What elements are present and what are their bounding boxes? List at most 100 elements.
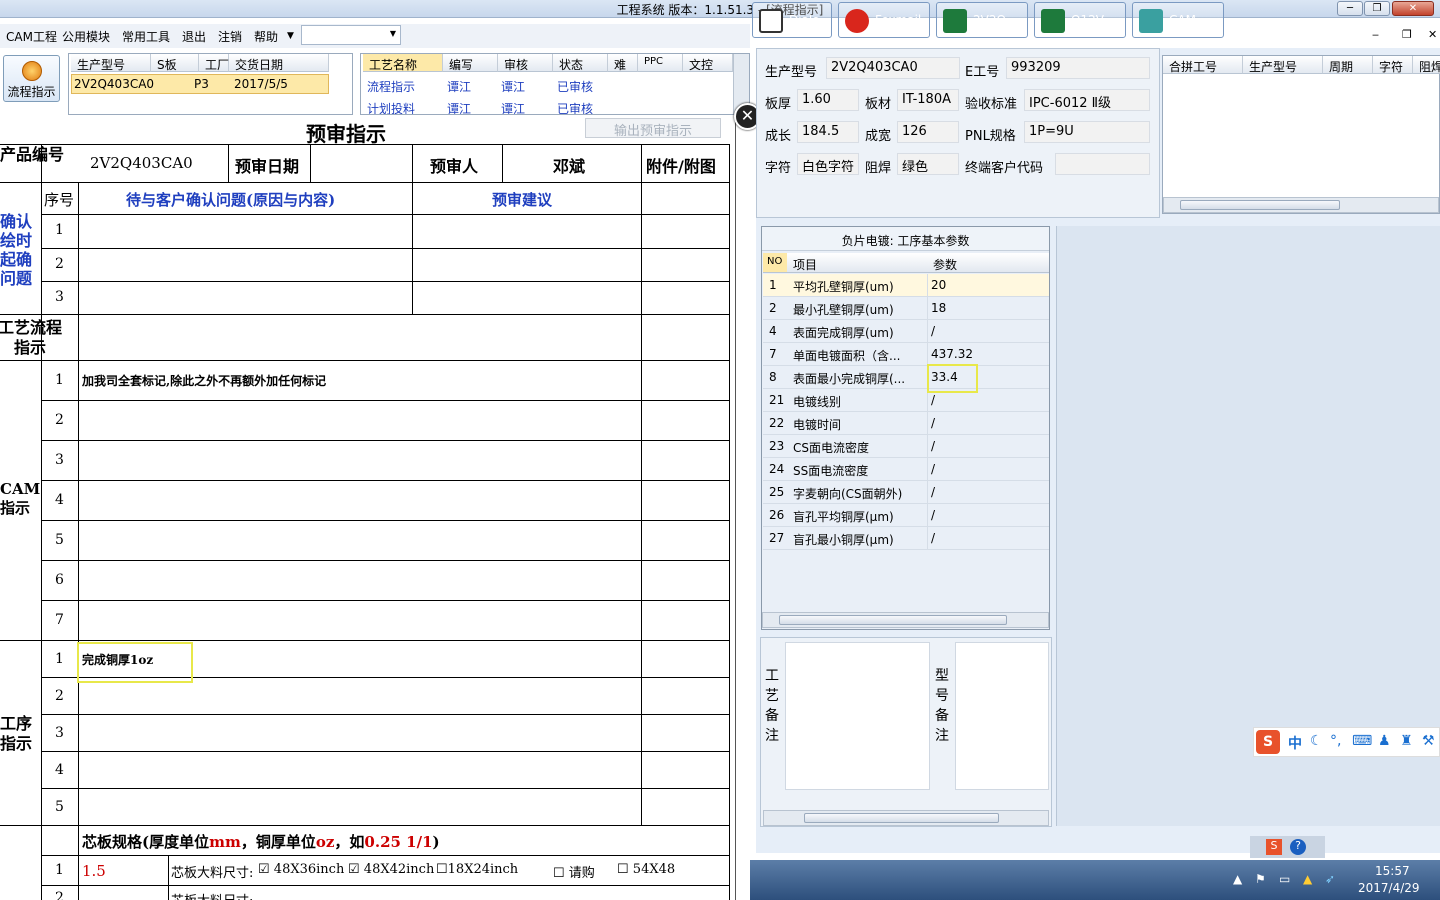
mask-field[interactable]: 绿色 [897, 153, 959, 175]
e-no-field[interactable]: 993209 [1006, 57, 1150, 79]
col-param[interactable]: 参数 [933, 256, 957, 273]
punct-icon[interactable]: °, [1330, 733, 1341, 749]
col-delivery[interactable]: 交货日期 [229, 54, 329, 72]
task-cam[interactable]: CAM_... [1132, 2, 1224, 38]
menu-exit[interactable]: 退出 [182, 28, 206, 45]
model-note-field[interactable] [955, 642, 1049, 790]
col-no[interactable]: NO [763, 253, 787, 272]
task-excel-2[interactable]: Q12V... [1034, 2, 1126, 38]
pnl-field[interactable]: 1P=9U [1024, 121, 1150, 143]
system-tray: ▲ ⚑ ▭ ▲ ➶ 15:57 2017/4/29 [1227, 860, 1440, 900]
col-sboard[interactable]: S板 [151, 54, 199, 72]
export-review-button[interactable]: 输出预审指示 [585, 118, 721, 139]
app-tray-icon[interactable]: ▲ [1303, 872, 1312, 886]
table-row[interactable]: 1 平均孔壁铜厚(um) 20 [763, 274, 1049, 297]
ime-toolbar[interactable]: S 中 ☾ °, ⌨ ♟ ♜ ⚒ [1253, 727, 1440, 757]
table-row[interactable]: 8 表面最小完成铜厚(... 33.4 [763, 366, 1049, 389]
table-row[interactable]: 4 表面完成铜厚(um) / [763, 320, 1049, 343]
col-status[interactable]: 状态 [553, 54, 608, 72]
material-field[interactable]: IT-180A [897, 89, 959, 111]
col-process-name[interactable]: 工艺名称 [363, 54, 443, 72]
col-model[interactable]: 生产型号 [71, 54, 151, 72]
width-field[interactable]: 126 [897, 121, 959, 143]
char-field[interactable]: 白色字符 [797, 153, 859, 175]
col-item[interactable]: 项目 [793, 256, 817, 273]
close-window-button[interactable]: ✕ [1392, 1, 1434, 16]
network-icon[interactable]: ▭ [1279, 872, 1290, 886]
col-difficulty[interactable]: 难 [608, 54, 638, 72]
col-ppc[interactable]: PPC [638, 54, 683, 72]
shirt-icon[interactable]: ♜ [1400, 733, 1413, 749]
table-row[interactable]: 计划投料 谭江 谭江 已审核 [363, 98, 733, 114]
table-row[interactable]: 7 单面电镀面积（含... 437.32 [763, 343, 1049, 366]
table-row[interactable]: 21 电镀线别 / [763, 389, 1049, 412]
core-spec-text: 芯板规格(厚度单位 [82, 833, 210, 851]
notes-scrollbar[interactable] [763, 810, 1049, 826]
size-option-18x24[interactable]: ☐18X24inch [436, 862, 518, 877]
table-row[interactable]: 26 盲孔平均铜厚(μm) / [763, 504, 1049, 527]
col-merge-model[interactable]: 生产型号 [1243, 56, 1323, 74]
task-foxmail[interactable]: Foxmail [838, 2, 930, 38]
thickness-field[interactable]: 1.60 [797, 89, 859, 111]
col-mask[interactable]: 阻焊 [1413, 56, 1440, 74]
keyboard-icon[interactable]: ⌨ [1352, 733, 1372, 749]
clock-time[interactable]: 15:57 [1375, 864, 1410, 878]
table-row[interactable]: 2 最小孔壁铜厚(um) 18 [763, 297, 1049, 320]
clock-date[interactable]: 2017/4/29 [1358, 881, 1420, 895]
col-char[interactable]: 字符 [1373, 56, 1413, 74]
feather-icon[interactable]: ➶ [1325, 872, 1335, 886]
sogou-icon[interactable]: S [1256, 730, 1280, 754]
task-excel-1[interactable]: 2V2Q... [936, 2, 1028, 38]
tray-expand-icon[interactable]: ▲ [1233, 872, 1242, 886]
core-row1-value[interactable]: 1.5 [82, 862, 106, 880]
mdi-restore-button[interactable]: ❐ [1402, 28, 1412, 41]
form-title: 预审指示 [306, 122, 386, 146]
moon-icon[interactable]: ☾ [1310, 733, 1323, 749]
maximize-button[interactable]: ❐ [1364, 1, 1390, 16]
mdi-close-button[interactable]: ✕ [1428, 28, 1437, 41]
length-field[interactable]: 184.5 [797, 121, 859, 143]
wrench-icon[interactable]: ⚒ [1422, 733, 1435, 749]
user-icon[interactable]: ♟ [1378, 733, 1391, 749]
flow-indicator-button[interactable]: 流程指示 [3, 55, 60, 102]
table-row[interactable]: 27 盲孔最小铜厚(μm) / [763, 527, 1049, 550]
ime-mode[interactable]: 中 [1288, 733, 1302, 753]
col-factory[interactable]: 工厂 [199, 54, 229, 72]
menu-cam[interactable]: CAM工程 [6, 28, 57, 45]
task-dialog[interactable]: Dialo... [752, 2, 832, 38]
cam-instruction-1[interactable]: 加我司全套标记,除此之外不再额外加任何标记 [82, 372, 326, 389]
merge-grid-scrollbar[interactable] [1163, 197, 1439, 213]
table-row[interactable]: 23 CS面电流密度 / [763, 435, 1049, 458]
param-grid-scrollbar[interactable] [762, 612, 1049, 628]
col-doc-control[interactable]: 文控 [683, 54, 733, 72]
help-dropdown-icon[interactable]: ▼ [287, 31, 294, 41]
menu-common-module[interactable]: 公用模块 [62, 28, 110, 45]
size-option-48x42[interactable]: ☑ 48X42inch [348, 862, 434, 877]
col-auditor[interactable]: 审核 [498, 54, 553, 72]
table-row[interactable]: 流程指示 谭江 谭江 已审核 [363, 76, 733, 96]
table-row[interactable]: 24 SS面电流密度 / [763, 458, 1049, 481]
cell-no: 2 [769, 301, 777, 315]
customer-code-field[interactable] [1055, 153, 1150, 175]
size-option-54x48[interactable]: ☐ 54X48 [617, 862, 675, 877]
menu-logout[interactable]: 注销 [218, 28, 242, 45]
table-row[interactable]: 25 字麦朝向(CS面朝外) / [763, 481, 1049, 504]
standard-field[interactable]: IPC-6012 Ⅱ级 [1024, 89, 1150, 111]
model-field[interactable]: 2V2Q403CA0 [826, 57, 960, 79]
col-merge-no[interactable]: 合拼工号 [1163, 56, 1243, 74]
col-writer[interactable]: 编写 [443, 54, 498, 72]
menu-tools[interactable]: 常用工具 [122, 28, 170, 45]
mdi-minimize-button[interactable]: ‒ [1372, 28, 1379, 41]
minimize-button[interactable]: ─ [1337, 1, 1363, 16]
size-option-purchase[interactable]: ☐ 请购 [553, 862, 595, 881]
size-option-48x36[interactable]: ☑ 48X36inch [258, 862, 344, 877]
menu-help[interactable]: 帮助 [254, 28, 278, 45]
help-icon[interactable]: ? [1290, 839, 1306, 855]
menu-combo[interactable]: ▼ [301, 25, 401, 45]
flag-icon[interactable]: ⚑ [1255, 872, 1266, 886]
craft-note-field[interactable] [785, 642, 930, 790]
table-row[interactable]: 22 电镀时间 / [763, 412, 1049, 435]
col-period[interactable]: 周期 [1323, 56, 1373, 74]
table-row[interactable]: 2V2Q403CA0 P3 2017/5/5 [71, 74, 329, 94]
sogou-tray-icon[interactable]: S [1266, 839, 1282, 855]
